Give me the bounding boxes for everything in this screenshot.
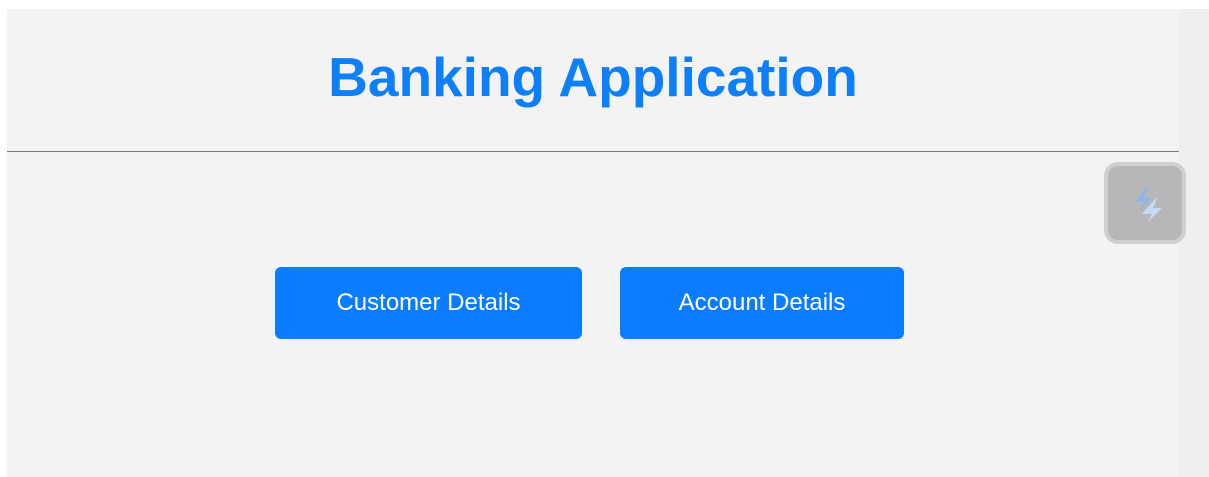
lightning-s-icon: [1134, 184, 1162, 222]
customer-details-button[interactable]: Customer Details: [275, 267, 582, 339]
page-title: Banking Application: [328, 46, 858, 108]
app-viewport: Banking Application Customer Details Acc…: [7, 9, 1179, 477]
account-details-button[interactable]: Account Details: [620, 267, 904, 339]
extension-floating-button[interactable]: [1104, 162, 1186, 244]
app-header: Banking Application: [7, 9, 1179, 152]
scrollbar-track[interactable]: [1179, 9, 1209, 477]
